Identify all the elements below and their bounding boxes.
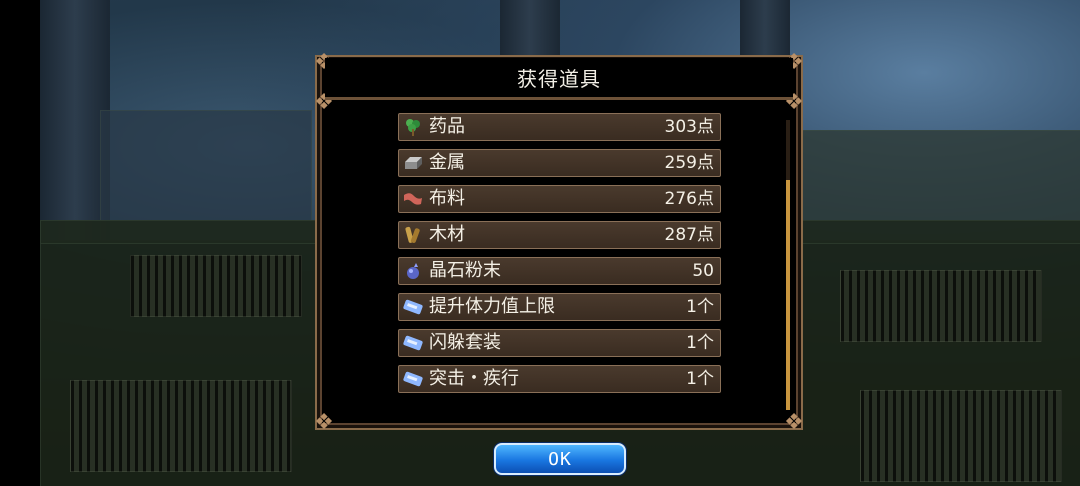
item-row: 药品 303点	[398, 113, 721, 141]
item-name: 闪躲套装	[429, 332, 501, 353]
item-row: 布料 276点	[398, 185, 721, 213]
item-quantity: 287点	[664, 225, 714, 245]
dialog-title-bar: 获得道具	[325, 58, 793, 100]
dialog-title: 获得道具	[517, 67, 601, 91]
item-quantity: 259点	[664, 153, 714, 173]
floor-grate	[70, 380, 292, 472]
scrollbar-thumb[interactable]	[786, 180, 790, 410]
herb-icon	[402, 117, 424, 137]
ornament-corner-icon: ❖	[784, 410, 804, 435]
item-quantity: 276点	[664, 189, 714, 209]
letterbox-left	[0, 0, 40, 486]
item-name: 晶石粉末	[429, 260, 501, 281]
ornament-corner-icon: ❖	[314, 410, 334, 435]
floor-grate	[860, 390, 1062, 482]
item-row: 晶石粉末 50	[398, 257, 721, 285]
wood-icon	[402, 225, 424, 245]
item-quantity: 1个	[686, 369, 714, 389]
item-name: 提升体力值上限	[429, 296, 555, 317]
background-wall	[800, 130, 1080, 222]
background-pillar	[500, 0, 560, 55]
cloth-icon	[402, 189, 424, 209]
floor-grate	[840, 270, 1042, 342]
item-name: 突击・疾行	[429, 368, 519, 389]
ticket-icon	[402, 333, 424, 353]
ticket-icon	[402, 369, 424, 389]
ok-button[interactable]: OK	[494, 443, 626, 475]
game-screen: ❖ ❖ ❖ ❖ ❖ ❖ 获得道具 药品 303点 金属 259点 布料 276点…	[0, 0, 1080, 486]
item-row: 木材 287点	[398, 221, 721, 249]
item-name: 木材	[429, 224, 465, 245]
metal-ingot-icon	[402, 153, 424, 173]
item-quantity: 1个	[686, 333, 714, 353]
ok-button-label: OK	[548, 448, 572, 470]
item-name: 金属	[429, 152, 465, 173]
floor-grate	[130, 255, 302, 317]
item-quantity: 303点	[664, 117, 714, 137]
item-row: 突击・疾行 1个	[398, 365, 721, 393]
item-row: 闪躲套装 1个	[398, 329, 721, 357]
item-quantity: 50	[692, 261, 714, 281]
item-row: 提升体力值上限 1个	[398, 293, 721, 321]
item-name: 药品	[429, 116, 465, 137]
crystal-powder-icon	[402, 261, 424, 281]
item-quantity: 1个	[686, 297, 714, 317]
item-row: 金属 259点	[398, 149, 721, 177]
item-name: 布料	[429, 188, 465, 209]
item-list[interactable]: 药品 303点 金属 259点 布料 276点 木材 287点 晶石粉末 50 …	[398, 104, 723, 404]
ticket-icon	[402, 297, 424, 317]
